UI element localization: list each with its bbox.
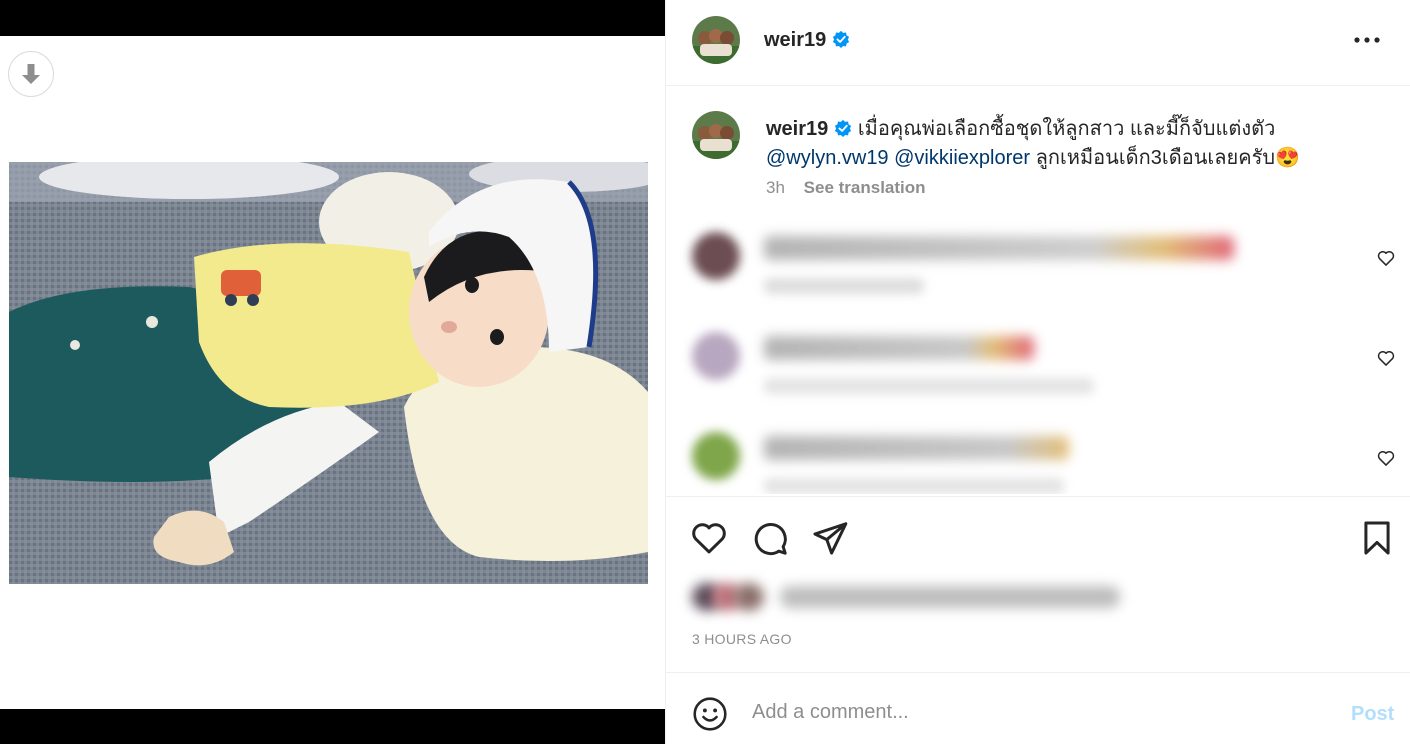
caption-author-avatar[interactable] (692, 111, 740, 159)
post-timestamp: 3 HOURS AGO (692, 631, 792, 647)
heart-icon[interactable] (1376, 348, 1396, 368)
heart-icon[interactable] (690, 519, 728, 557)
comment-bubble-icon[interactable] (751, 519, 789, 557)
mention-link[interactable]: @wylyn.vw19 (766, 147, 889, 169)
see-translation-link[interactable]: See translation (804, 178, 926, 197)
blurred-comment-text (764, 436, 1069, 460)
blurred-comment-meta (764, 478, 1064, 494)
caption-text: weir19 เมื่อคุณพ่อเลือกซื้อชุดให้ลูกสาว … (766, 115, 1366, 173)
download-button[interactable] (8, 51, 54, 97)
author-username[interactable]: weir19 (764, 29, 850, 52)
author-avatar[interactable] (692, 16, 740, 64)
blurred-comment-meta (764, 278, 924, 294)
heart-icon[interactable] (1376, 448, 1396, 468)
comment-list (666, 218, 1410, 494)
blurred-likes-text (780, 586, 1120, 608)
post-side-panel: weir19 weir19 เมื่อคุณพ่อเลือกซื้อชุดให้… (665, 0, 1410, 744)
paper-plane-icon[interactable] (811, 519, 849, 557)
caption-tail: ลูกเหมือนเด็ก3เดือนเลยครับ (1030, 147, 1276, 169)
list-item (666, 318, 1410, 418)
more-options-icon[interactable] (1352, 28, 1382, 52)
caption-age: 3h (766, 178, 785, 197)
caption-meta: 3h See translation (766, 178, 926, 198)
commenter-avatar[interactable] (692, 332, 740, 380)
liked-by-summary[interactable] (692, 582, 1122, 612)
post-actions: 3 HOURS AGO (666, 496, 1410, 672)
verified-badge-icon (833, 30, 850, 48)
letterbox-top (0, 0, 665, 36)
letterbox-bottom (0, 709, 665, 744)
arrow-down-icon (22, 64, 40, 84)
heart-eyes-emoji: 😍 (1275, 147, 1300, 169)
post-comment-button[interactable]: Post (1351, 703, 1394, 726)
commenter-avatar[interactable] (692, 432, 740, 480)
commenter-avatar[interactable] (692, 232, 740, 280)
blurred-comment-meta (764, 378, 1094, 394)
liker-avatar (734, 583, 764, 611)
post-media-area (0, 0, 665, 744)
mention-link[interactable]: @vikkiiexplorer (894, 147, 1030, 169)
verified-badge-icon (835, 119, 852, 137)
caption-username[interactable]: weir19 (766, 118, 852, 140)
bookmark-icon[interactable] (1358, 519, 1396, 557)
blurred-comment-text (764, 336, 1034, 360)
smiley-icon[interactable] (692, 696, 728, 732)
heart-icon[interactable] (1376, 248, 1396, 268)
post-photo (9, 162, 648, 584)
post-header: weir19 (666, 0, 1410, 86)
list-item (666, 218, 1410, 318)
caption-body: เมื่อคุณพ่อเลือกซื้อชุดให้ลูกสาว และมี๊ก… (857, 118, 1276, 140)
comment-input[interactable] (750, 693, 1314, 731)
list-item (666, 418, 1410, 494)
blurred-comment-text (764, 236, 1234, 260)
add-comment-bar: Post (666, 672, 1410, 744)
